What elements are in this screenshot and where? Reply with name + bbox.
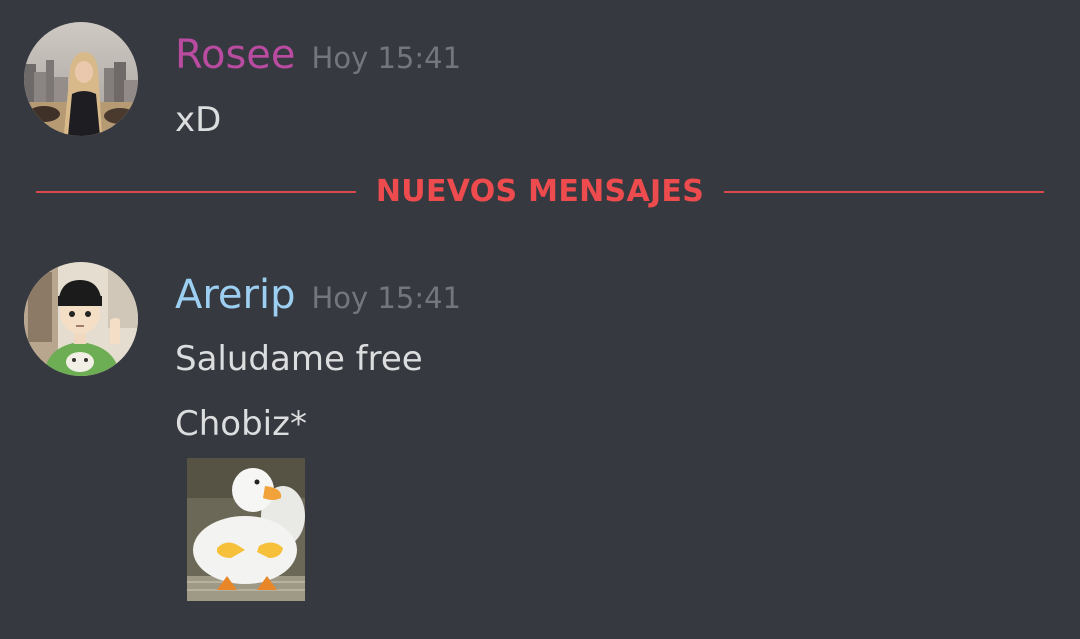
username-rosee[interactable]: Rosee [175, 32, 296, 78]
timestamp: Hoy 15:41 [311, 41, 462, 75]
divider-line-right [724, 191, 1044, 193]
duck-pointing-image-icon [187, 458, 305, 601]
arerip-avatar[interactable] [24, 262, 138, 376]
message-text: xD [175, 100, 222, 140]
new-messages-divider: NUEVOS MENSAJES [0, 172, 1080, 212]
message-text: Saludame free [175, 339, 423, 379]
rosee-avatar[interactable] [24, 22, 138, 136]
rosee-header: Rosee Hoy 15:41 [175, 31, 461, 82]
chat-messages: Rosee Hoy 15:41 xD NUEVOS MENSAJES Areri… [0, 0, 1080, 639]
message-text: Chobiz* [175, 404, 307, 444]
image-attachment[interactable] [187, 458, 305, 601]
arerip-header: Arerip Hoy 15:41 [175, 271, 461, 322]
anime-character-avatar-icon [24, 262, 138, 376]
username-arerip[interactable]: Arerip [175, 272, 296, 318]
timestamp: Hoy 15:41 [311, 281, 462, 315]
user-avatar-photo-icon [24, 22, 138, 136]
